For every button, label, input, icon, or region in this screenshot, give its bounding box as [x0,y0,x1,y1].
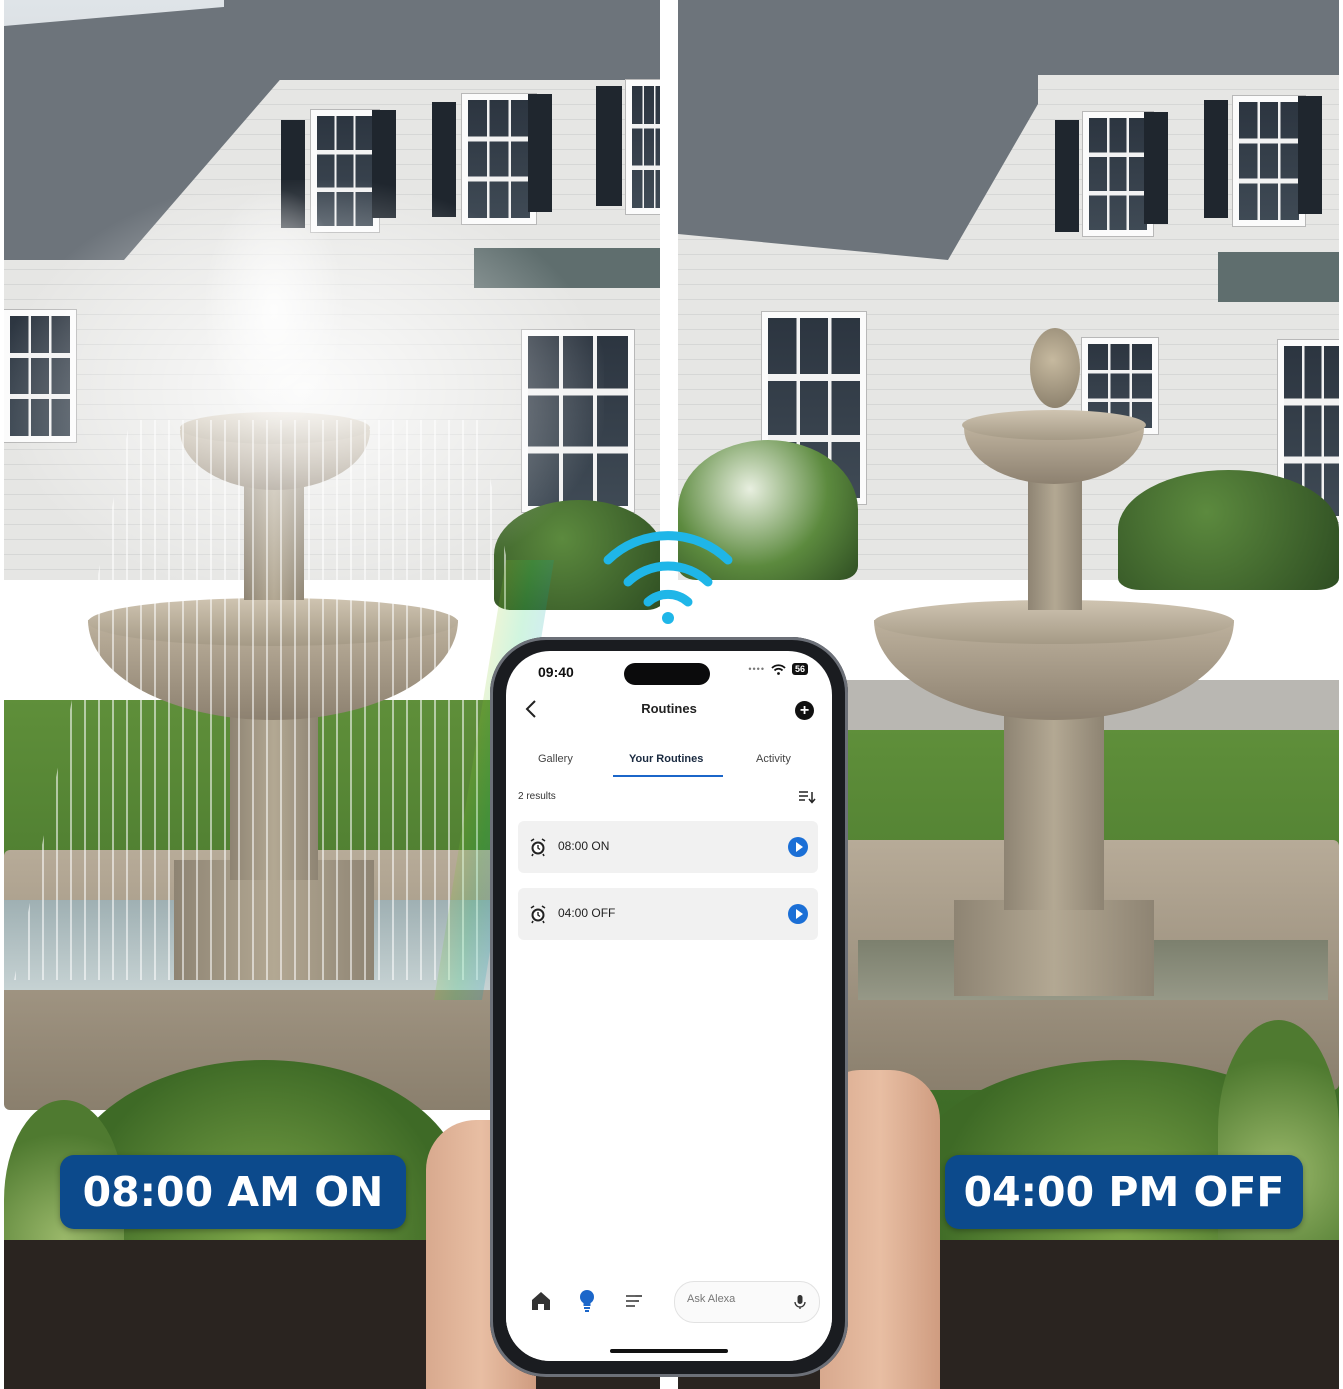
home-indicator [610,1349,728,1353]
play-icon[interactable] [788,904,808,924]
play-icon[interactable] [788,837,808,857]
phone-screen: 09:40 •••• 56 Routines + Gallery Your Ro… [506,651,832,1361]
smartphone: 09:40 •••• 56 Routines + Gallery Your Ro… [490,637,848,1377]
results-count: 2 results [518,791,556,802]
alarm-clock-icon [530,905,546,924]
sort-icon[interactable] [798,790,816,804]
on-time-badge: 08:00 AM ON [60,1155,406,1229]
fountain-pedestal [1004,700,1104,910]
battery-icon: 56 [791,663,808,675]
routine-label: 04:00 OFF [558,906,616,920]
ask-alexa-input[interactable] [687,1293,787,1305]
water-jet [204,190,344,430]
status-indicators: •••• 56 [748,663,808,675]
shutter [1055,120,1079,232]
acorn-finial [1030,328,1080,408]
tab-bar: Gallery Your Routines Activity [506,747,832,785]
window [1083,112,1153,236]
shutter [1144,112,1168,224]
alarm-clock-icon [530,838,546,857]
dynamic-island [624,663,710,685]
ask-alexa-bar[interactable] [674,1281,820,1323]
upper-pedestal [1028,470,1082,610]
plus-circle-icon[interactable]: + [795,701,814,720]
shutter [1204,100,1228,218]
routine-label: 08:00 ON [558,839,610,853]
shutter [1298,96,1322,214]
tab-your-routines[interactable]: Your Routines [629,753,703,765]
microphone-icon[interactable] [793,1294,807,1310]
window [1233,96,1305,226]
window [626,80,660,214]
menu-icon[interactable] [624,1293,644,1309]
routine-card[interactable]: 04:00 OFF [518,888,818,940]
home-icon[interactable] [530,1291,552,1311]
tab-gallery[interactable]: Gallery [538,753,573,765]
roof [1008,0,1339,75]
lightbulb-icon[interactable] [578,1289,596,1313]
roof [224,0,660,80]
wifi-signal-icon [603,531,733,624]
active-tab-indicator [613,775,723,777]
signal-dots-icon: •••• [748,664,765,674]
off-time-badge: 04:00 PM OFF [945,1155,1303,1229]
wifi-status-icon [771,663,786,675]
routine-card[interactable]: 08:00 ON [518,821,818,873]
upper-bowl-rim [962,410,1146,440]
tab-activity[interactable]: Activity [756,753,791,765]
fountain-base [954,900,1154,996]
porch-roof [1218,252,1339,302]
page-title: Routines [641,701,697,716]
status-time: 09:40 [538,664,574,680]
shrub [1118,470,1339,590]
